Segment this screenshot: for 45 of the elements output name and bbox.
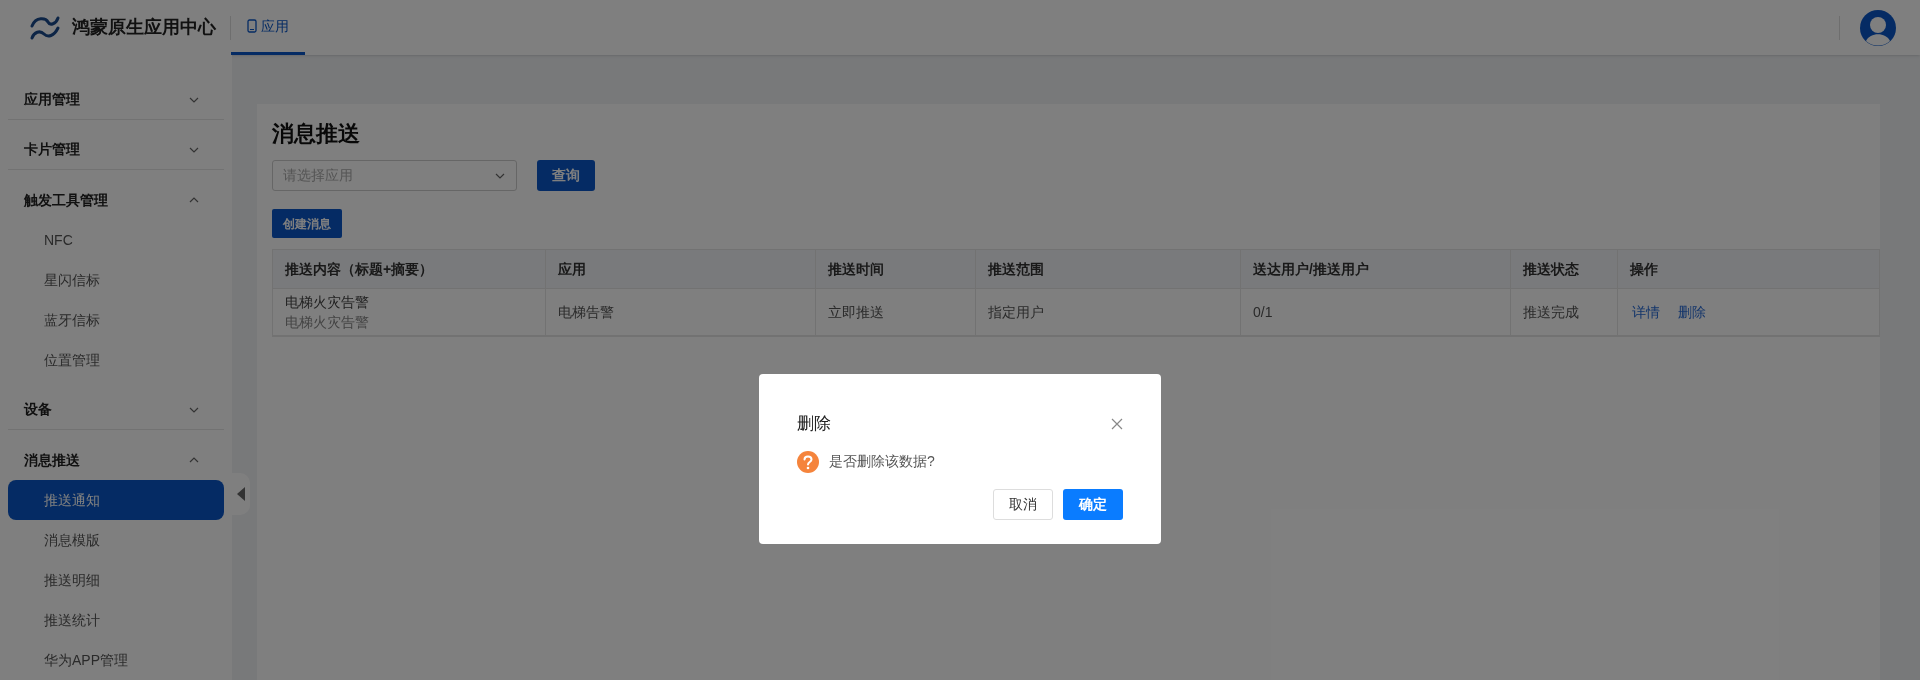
dialog-message: 是否删除该数据?: [829, 452, 935, 471]
column-header: 应用: [546, 250, 816, 288]
table-cell: 指定用户: [976, 289, 1241, 335]
sidebar-item[interactable]: NFC: [8, 220, 224, 260]
sidebar-group[interactable]: 应用管理: [8, 80, 224, 120]
table-cell: 立即推送: [816, 289, 976, 335]
column-header: 送达用户/推送用户: [1241, 250, 1511, 288]
message-title: 电梯火灾告警: [285, 293, 370, 312]
sidebar-item[interactable]: 蓝牙信标: [8, 300, 224, 340]
action-link[interactable]: 删除: [1678, 301, 1706, 323]
query-button[interactable]: 查询: [537, 160, 595, 191]
app-title: 鸿蒙原生应用中心: [72, 16, 216, 39]
dialog-title: 删除: [797, 413, 831, 435]
cancel-button[interactable]: 取消: [993, 488, 1053, 520]
table-cell: 推送完成: [1511, 289, 1618, 335]
sidebar-group[interactable]: 卡片管理: [8, 130, 224, 170]
triangle-left-icon: [237, 487, 245, 501]
sidebar-item[interactable]: 推送通知: [8, 480, 224, 520]
column-header: 推送范围: [976, 250, 1241, 288]
sidebar-item[interactable]: 位置管理: [8, 340, 224, 380]
column-header: 推送状态: [1511, 250, 1618, 288]
table-cell: 电梯告警: [546, 289, 816, 335]
sidebar-group[interactable]: 触发工具管理: [8, 180, 224, 220]
collapse-handle[interactable]: [232, 473, 250, 515]
create-button[interactable]: 创建消息: [272, 209, 342, 238]
question-icon: [797, 450, 819, 473]
column-header: 推送时间: [816, 250, 976, 288]
sidebar-item[interactable]: 消息模版: [8, 520, 224, 560]
sidebar-item[interactable]: 华为APP管理: [8, 640, 224, 680]
sidebar-group[interactable]: 设备: [8, 390, 224, 430]
sidebar-group[interactable]: 消息推送: [8, 440, 224, 480]
action-link[interactable]: 详情: [1632, 301, 1660, 323]
table-cell: 0/1: [1241, 289, 1511, 335]
column-header: 操作: [1629, 259, 1659, 279]
page-title: 消息推送: [272, 120, 361, 148]
close-icon[interactable]: [1111, 417, 1123, 430]
phone-icon: [247, 19, 257, 33]
sidebar-item[interactable]: 推送统计: [8, 600, 224, 640]
nav-tab[interactable]: 应用: [231, 0, 305, 55]
column-header: 推送内容（标题+摘要）: [273, 250, 546, 288]
avatar-icon[interactable]: [1860, 9, 1896, 46]
sidebar-item[interactable]: 星闪信标: [8, 260, 224, 300]
confirm-button[interactable]: 确定: [1063, 488, 1123, 520]
sidebar-item[interactable]: 推送明细: [8, 560, 224, 600]
message-summary: 电梯火灾告警: [285, 313, 370, 332]
